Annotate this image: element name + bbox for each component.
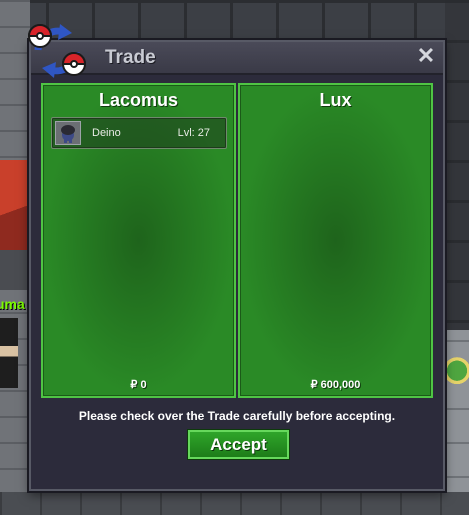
pokemon-level: Lvl: 27 bbox=[177, 127, 210, 139]
left-money: ₽ 0 bbox=[130, 379, 147, 391]
title-bar[interactable]: Trade ✕ bbox=[31, 42, 443, 75]
window-title: Trade bbox=[105, 47, 156, 68]
pokemon-sprite-right[interactable] bbox=[445, 352, 469, 386]
left-player-name: Lacomus bbox=[98, 90, 179, 110]
right-money: ₽ 600,000 bbox=[310, 379, 361, 391]
offer-panel-left: Lacomus Deino Lvl: 27 ₽ 0 bbox=[41, 83, 236, 398]
right-wall bbox=[445, 0, 469, 330]
trade-notice: Please check over the Trade carefully be… bbox=[78, 409, 396, 423]
accept-button[interactable]: Accept bbox=[188, 430, 289, 459]
dark-furniture bbox=[0, 250, 30, 290]
close-button[interactable]: ✕ bbox=[415, 45, 437, 67]
pokemon-name: Deino bbox=[92, 127, 121, 139]
right-player-name: Lux bbox=[319, 90, 352, 110]
pokemon-icon bbox=[55, 121, 81, 145]
offer-item-slot[interactable]: Deino Lvl: 27 bbox=[51, 117, 227, 149]
trade-window: Trade ✕ Lacomus Deino Lvl: 27 ₽ 0 Lux ₽ … bbox=[27, 24, 445, 491]
offer-panel-right: Lux ₽ 600,000 bbox=[238, 83, 433, 398]
npc-name-label: uma bbox=[0, 296, 25, 312]
player-sprite-left[interactable] bbox=[0, 318, 18, 388]
trade-logo-icon bbox=[27, 24, 87, 78]
red-furniture bbox=[0, 160, 30, 250]
bottom-wall bbox=[0, 492, 469, 515]
